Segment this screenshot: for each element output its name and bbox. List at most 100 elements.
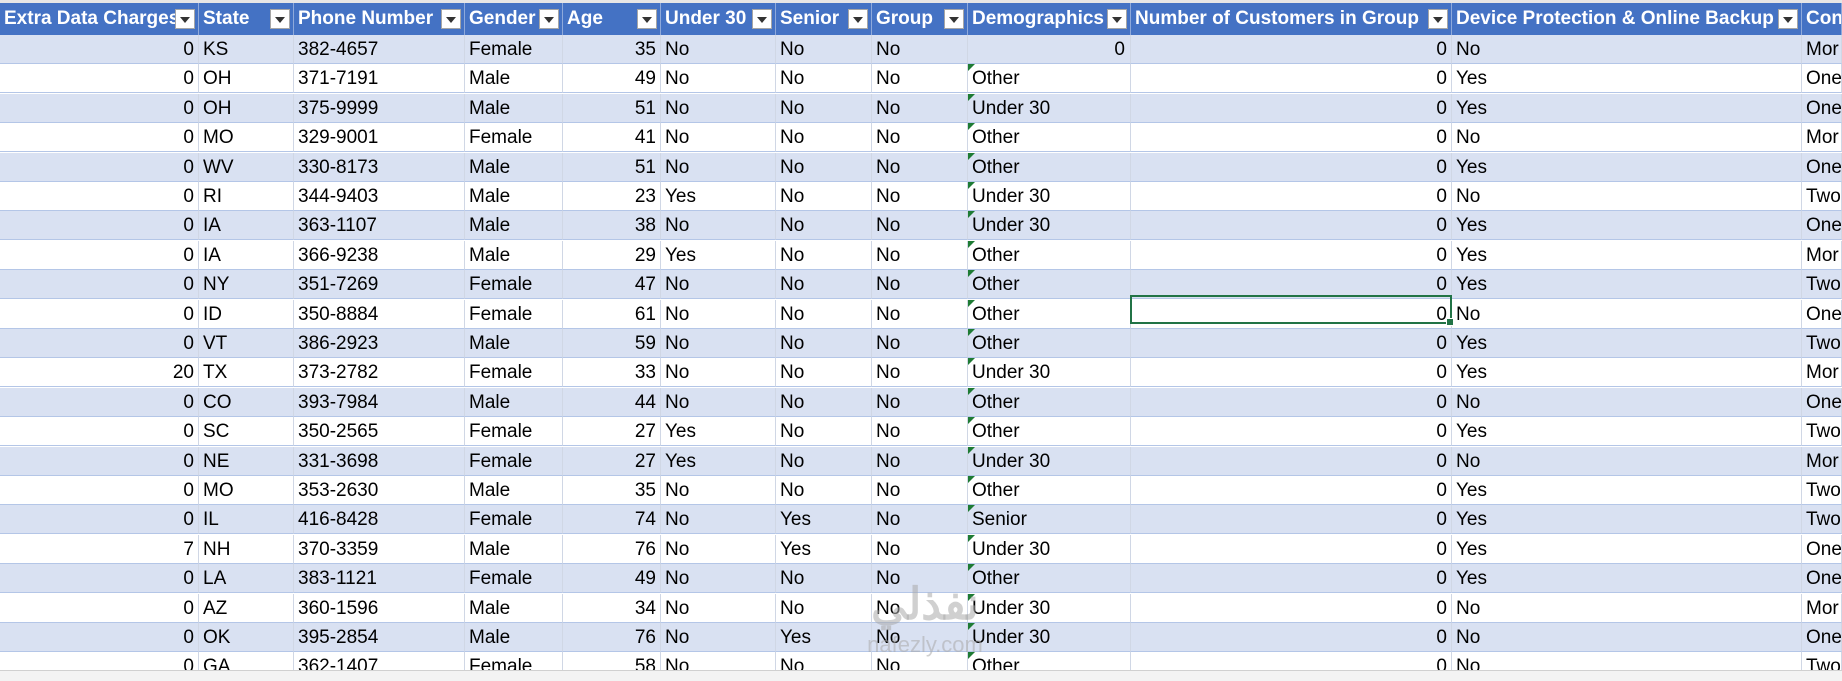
- filter-dropdown-icon[interactable]: [1107, 9, 1127, 29]
- error-indicator-icon[interactable]: [968, 476, 975, 483]
- table-cell[interactable]: No: [872, 623, 968, 652]
- table-cell[interactable]: 74: [563, 505, 661, 535]
- filter-dropdown-icon[interactable]: [539, 9, 559, 29]
- table-cell[interactable]: 76: [563, 623, 661, 652]
- table-cell[interactable]: 0: [1131, 182, 1452, 211]
- table-cell[interactable]: No: [661, 505, 776, 535]
- filter-dropdown-icon[interactable]: [944, 9, 964, 29]
- table-cell[interactable]: 0: [0, 299, 199, 329]
- table-cell[interactable]: No: [776, 593, 872, 623]
- error-indicator-icon[interactable]: [968, 505, 975, 513]
- table-cell[interactable]: One: [1802, 93, 1842, 123]
- table-cell[interactable]: Female: [465, 564, 563, 594]
- table-cell[interactable]: Yes: [1452, 505, 1802, 535]
- table-cell[interactable]: Two: [1802, 417, 1842, 447]
- table-cell[interactable]: Male: [465, 593, 563, 623]
- filter-dropdown-icon[interactable]: [1428, 9, 1448, 29]
- table-cell[interactable]: 0: [0, 476, 199, 505]
- table-cell[interactable]: No: [872, 182, 968, 211]
- table-cell[interactable]: Yes: [1452, 152, 1802, 182]
- table-cell[interactable]: IA: [199, 211, 294, 241]
- table-cell[interactable]: 0: [1131, 64, 1452, 94]
- table-cell[interactable]: No: [776, 35, 872, 64]
- table-cell[interactable]: Yes: [1452, 329, 1802, 358]
- table-cell[interactable]: No: [776, 240, 872, 270]
- table-cell[interactable]: No: [661, 476, 776, 505]
- table-cell[interactable]: 0: [1131, 123, 1452, 153]
- error-indicator-icon[interactable]: [968, 299, 975, 307]
- error-indicator-icon[interactable]: [968, 358, 975, 366]
- table-cell[interactable]: 0: [0, 211, 199, 241]
- table-cell[interactable]: No: [872, 270, 968, 300]
- table-cell[interactable]: 0: [0, 505, 199, 535]
- table-cell[interactable]: No: [776, 564, 872, 594]
- table-cell[interactable]: 0: [0, 623, 199, 652]
- table-cell[interactable]: Other: [968, 123, 1131, 153]
- table-cell[interactable]: 0: [0, 182, 199, 211]
- table-cell[interactable]: No: [661, 270, 776, 300]
- table-cell[interactable]: 27: [563, 417, 661, 447]
- table-cell[interactable]: No: [872, 476, 968, 505]
- table-cell[interactable]: No: [872, 446, 968, 476]
- table-cell[interactable]: 51: [563, 93, 661, 123]
- table-cell[interactable]: 0: [0, 123, 199, 153]
- table-cell[interactable]: 351-7269: [294, 270, 465, 300]
- table-cell[interactable]: 76: [563, 534, 661, 564]
- table-cell[interactable]: Mor: [1802, 593, 1842, 623]
- table-cell[interactable]: 51: [563, 152, 661, 182]
- column-header-extra-data-charges[interactable]: Extra Data Charges: [0, 3, 199, 35]
- table-cell[interactable]: 373-2782: [294, 358, 465, 388]
- table-cell[interactable]: 29: [563, 240, 661, 270]
- table-cell[interactable]: LA: [199, 564, 294, 594]
- table-cell[interactable]: No: [776, 270, 872, 300]
- table-cell[interactable]: Other: [968, 329, 1131, 358]
- table-cell[interactable]: 33: [563, 358, 661, 388]
- table-cell[interactable]: 383-1121: [294, 564, 465, 594]
- error-indicator-icon[interactable]: [968, 534, 975, 542]
- table-cell[interactable]: Male: [465, 152, 563, 182]
- table-cell[interactable]: No: [661, 299, 776, 329]
- table-cell[interactable]: No: [872, 329, 968, 358]
- table-cell[interactable]: Two: [1802, 476, 1842, 505]
- table-cell[interactable]: IA: [199, 240, 294, 270]
- table-cell[interactable]: OH: [199, 93, 294, 123]
- table-cell[interactable]: Male: [465, 182, 563, 211]
- table-cell[interactable]: No: [661, 329, 776, 358]
- column-header-group[interactable]: Group: [872, 3, 968, 35]
- table-cell[interactable]: No: [776, 299, 872, 329]
- table-cell[interactable]: 0: [0, 329, 199, 358]
- error-indicator-icon[interactable]: [968, 152, 975, 160]
- table-cell[interactable]: Other: [968, 387, 1131, 417]
- table-cell[interactable]: Mor: [1802, 446, 1842, 476]
- table-cell[interactable]: Yes: [661, 446, 776, 476]
- table-cell[interactable]: One: [1802, 64, 1842, 94]
- table-cell[interactable]: One: [1802, 564, 1842, 594]
- table-cell[interactable]: No: [661, 564, 776, 594]
- table-cell[interactable]: 331-3698: [294, 446, 465, 476]
- table-cell[interactable]: Male: [465, 534, 563, 564]
- filter-dropdown-icon[interactable]: [848, 9, 868, 29]
- table-cell[interactable]: 0: [0, 93, 199, 123]
- table-cell[interactable]: 41: [563, 123, 661, 153]
- table-cell[interactable]: 49: [563, 564, 661, 594]
- table-cell[interactable]: 7: [0, 534, 199, 564]
- table-cell[interactable]: 0: [1131, 417, 1452, 447]
- table-cell[interactable]: No: [872, 64, 968, 94]
- table-cell[interactable]: No: [872, 299, 968, 329]
- error-indicator-icon[interactable]: [968, 240, 975, 248]
- table-cell[interactable]: 0: [0, 240, 199, 270]
- table-cell[interactable]: 0: [1131, 240, 1452, 270]
- column-header-phone-number[interactable]: Phone Number: [294, 3, 465, 35]
- table-cell[interactable]: Other: [968, 64, 1131, 94]
- error-indicator-icon[interactable]: [968, 564, 975, 572]
- table-cell[interactable]: 0: [1131, 505, 1452, 535]
- column-header-state[interactable]: State: [199, 3, 294, 35]
- table-cell[interactable]: NE: [199, 446, 294, 476]
- table-cell[interactable]: 0: [1131, 387, 1452, 417]
- error-indicator-icon[interactable]: [968, 64, 975, 72]
- table-cell[interactable]: Yes: [1452, 64, 1802, 94]
- table-cell[interactable]: One: [1802, 211, 1842, 241]
- table-cell[interactable]: Yes: [1452, 93, 1802, 123]
- table-cell[interactable]: No: [1452, 35, 1802, 64]
- table-cell[interactable]: Under 30: [968, 534, 1131, 564]
